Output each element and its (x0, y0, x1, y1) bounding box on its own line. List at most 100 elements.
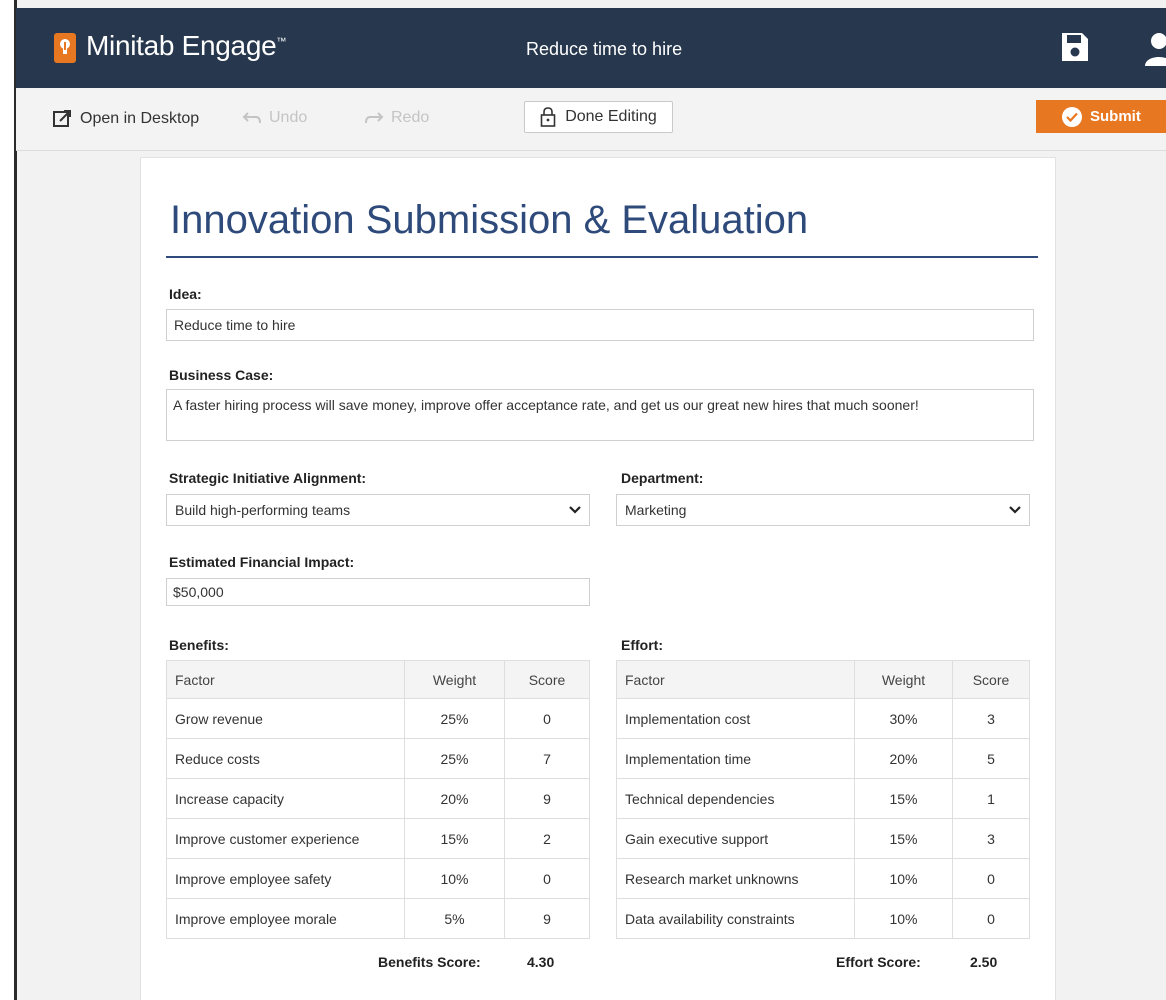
factor-cell: Improve customer experience (166, 818, 405, 859)
score-cell[interactable]: 9 (504, 778, 590, 819)
factor-cell: Data availability constraints (616, 898, 855, 939)
weight-cell: 25% (404, 698, 505, 739)
idea-label: Idea: (169, 286, 202, 302)
open-in-desktop-label: Open in Desktop (80, 110, 200, 127)
effort-score-label: Effort Score: (836, 954, 921, 970)
score-cell[interactable]: 7 (504, 738, 590, 779)
table-row: Technical dependencies 15% 1 (616, 778, 1030, 819)
score-cell[interactable]: 9 (504, 898, 590, 939)
lock-icon (540, 107, 556, 127)
column-header-weight: Weight (854, 660, 953, 699)
check-shield-icon (1062, 106, 1082, 127)
factor-cell: Implementation cost (616, 698, 855, 739)
lightbulb-logo-icon (54, 33, 76, 63)
score-cell[interactable]: 3 (952, 698, 1030, 739)
user-icon[interactable] (1131, 30, 1166, 66)
factor-cell: Gain executive support (616, 818, 855, 859)
redo-label: Redo (391, 109, 430, 126)
strategic-alignment-select[interactable]: Build high-performing teams (166, 494, 590, 526)
score-cell[interactable]: 3 (952, 818, 1030, 859)
table-row: Improve customer experience 15% 2 (166, 818, 590, 859)
score-cell[interactable]: 1 (952, 778, 1030, 819)
document-title: Reduce time to hire (526, 39, 683, 59)
table-row: Reduce costs 25% 7 (166, 738, 590, 779)
weight-cell: 30% (854, 698, 953, 739)
submit-button[interactable]: Submit (1036, 100, 1166, 133)
score-cell[interactable]: 0 (952, 858, 1030, 899)
chevron-down-icon (1009, 506, 1021, 514)
factor-cell: Reduce costs (166, 738, 405, 779)
undo-label: Undo (269, 109, 308, 126)
score-cell[interactable]: 0 (952, 898, 1030, 939)
department-label: Department: (621, 470, 704, 486)
open-in-desktop-button[interactable]: Open in Desktop (52, 109, 199, 129)
undo-icon (242, 112, 261, 124)
score-cell[interactable]: 0 (504, 858, 590, 899)
table-row: Research market unknowns 10% 0 (616, 858, 1030, 899)
table-row: Implementation time 20% 5 (616, 738, 1030, 779)
weight-cell: 20% (404, 778, 505, 819)
submit-label: Submit (1090, 108, 1141, 125)
column-header-score: Score (504, 660, 590, 699)
column-header-factor: Factor (166, 660, 405, 699)
effort-header-row: Factor Weight Score (616, 660, 1030, 699)
strategic-alignment-label: Strategic Initiative Alignment: (169, 470, 367, 486)
table-row: Implementation cost 30% 3 (616, 698, 1030, 739)
weight-cell: 15% (854, 818, 953, 859)
table-row: Gain executive support 15% 3 (616, 818, 1030, 859)
app-header: Minitab Engage™ Reduce time to hire (16, 8, 1166, 88)
weight-cell: 5% (404, 898, 505, 939)
benefits-table: Factor Weight Score Grow revenue 25% 0 Red… (166, 660, 590, 939)
external-link-icon (53, 110, 71, 127)
benefits-header-row: Factor Weight Score (166, 660, 590, 699)
table-row: Grow revenue 25% 0 (166, 698, 590, 739)
table-row: Improve employee morale 5% 9 (166, 898, 590, 939)
department-select[interactable]: Marketing (616, 494, 1030, 526)
business-case-textarea[interactable]: A faster hiring process will save money,… (166, 389, 1034, 441)
benefits-label: Benefits: (169, 637, 229, 653)
effort-table: Factor Weight Score Implementation cost 3… (616, 660, 1030, 939)
factor-cell: Grow revenue (166, 698, 405, 739)
factor-cell: Implementation time (616, 738, 855, 779)
table-row: Increase capacity 20% 9 (166, 778, 590, 819)
form-title: Innovation Submission & Evaluation (170, 198, 809, 242)
effort-score-value: 2.50 (970, 954, 998, 970)
benefits-score-label: Benefits Score: (378, 954, 481, 970)
undo-button[interactable]: Undo (242, 109, 307, 127)
score-cell[interactable]: 5 (952, 738, 1030, 779)
financial-impact-input[interactable]: $50,000 (166, 578, 590, 606)
title-divider (166, 256, 1038, 258)
factor-cell: Research market unknowns (616, 858, 855, 899)
financial-impact-label: Estimated Financial Impact: (169, 554, 355, 570)
department-value: Marketing (625, 501, 687, 518)
score-cell[interactable]: 2 (504, 818, 590, 859)
weight-cell: 20% (854, 738, 953, 779)
factor-cell: Improve employee safety (166, 858, 405, 899)
table-row: Data availability constraints 10% 0 (616, 898, 1030, 939)
effort-label: Effort: (621, 637, 663, 653)
redo-button[interactable]: Redo (364, 109, 429, 127)
strategic-alignment-value: Build high-performing teams (175, 501, 351, 518)
weight-cell: 15% (854, 778, 953, 819)
weight-cell: 25% (404, 738, 505, 779)
redo-icon (365, 112, 384, 124)
column-header-score: Score (952, 660, 1030, 699)
weight-cell: 10% (404, 858, 505, 899)
benefits-score-value: 4.30 (527, 954, 555, 970)
factor-cell: Improve employee morale (166, 898, 405, 939)
factor-cell: Increase capacity (166, 778, 405, 819)
table-row: Improve employee safety 10% 0 (166, 858, 590, 899)
weight-cell: 15% (404, 818, 505, 859)
factor-cell: Technical dependencies (616, 778, 855, 819)
trademark: ™ (276, 36, 287, 48)
done-editing-label: Done Editing (565, 108, 657, 125)
toolbar: Open in Desktop Undo Redo Done Editing S… (16, 88, 1166, 151)
score-cell[interactable]: 0 (504, 698, 590, 739)
weight-cell: 10% (854, 898, 953, 939)
weight-cell: 10% (854, 858, 953, 899)
column-header-weight: Weight (404, 660, 505, 699)
business-case-label: Business Case: (169, 367, 274, 383)
done-editing-button[interactable]: Done Editing (524, 101, 673, 133)
save-icon[interactable] (1060, 31, 1090, 63)
idea-input[interactable]: Reduce time to hire (166, 309, 1034, 341)
